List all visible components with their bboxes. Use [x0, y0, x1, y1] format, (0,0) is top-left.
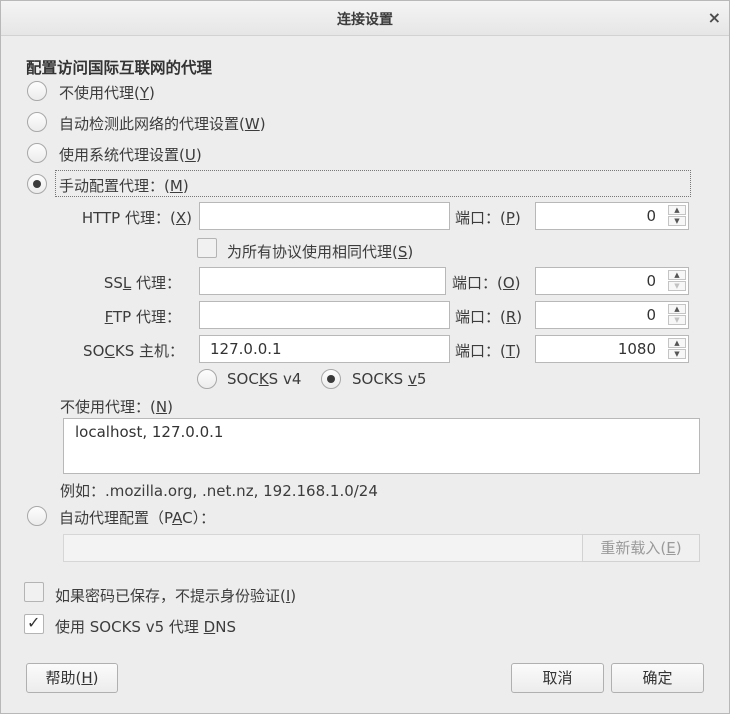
- radio-socks-v4[interactable]: [197, 369, 217, 389]
- radio-system-proxy[interactable]: [27, 143, 47, 163]
- socks-dns-checkbox[interactable]: ✓: [24, 613, 44, 634]
- socks-port-stepper[interactable]: 1080 ▲ ▼: [535, 335, 689, 363]
- socks-dns-label[interactable]: 使用 SOCKS v5 代理 DNS: [55, 616, 236, 637]
- pac-label[interactable]: 自动代理配置（PAC）：: [59, 507, 215, 528]
- decrement-icon[interactable]: ▼: [668, 315, 686, 325]
- radio-no-proxy[interactable]: [27, 81, 47, 101]
- increment-icon[interactable]: ▲: [668, 270, 686, 280]
- increment-icon[interactable]: ▲: [668, 304, 686, 314]
- same-proxy-checkbox[interactable]: [197, 238, 217, 258]
- http-port-label: 端口：(P): [455, 209, 521, 227]
- group-title: 配置访问国际互联网的代理: [26, 59, 213, 77]
- radio-socks-v5[interactable]: [321, 369, 341, 389]
- http-proxy-label: HTTP 代理：(X): [81, 209, 192, 227]
- http-port-stepper[interactable]: 0 ▲ ▼: [535, 202, 689, 230]
- title-bar: 连接设置 ×: [1, 1, 729, 36]
- decrement-icon[interactable]: ▼: [668, 349, 686, 359]
- radio-manual-proxy[interactable]: [27, 174, 47, 194]
- ssl-proxy-input[interactable]: [199, 267, 446, 295]
- dialog-title: 连接设置: [337, 12, 393, 28]
- ssl-proxy-label: SSL 代理：: [103, 274, 181, 292]
- decrement-icon[interactable]: ▼: [668, 216, 686, 226]
- ftp-port-label: 端口：(R): [455, 308, 523, 326]
- socks-host-input[interactable]: 127.0.0.1: [199, 335, 450, 363]
- close-icon[interactable]: ×: [708, 8, 721, 27]
- no-auth-prompt-checkbox[interactable]: [24, 582, 44, 602]
- cancel-button[interactable]: 取消: [511, 663, 604, 693]
- reload-button[interactable]: 重新载入(E): [582, 534, 700, 562]
- no-proxy-for-label: 不使用代理：(N): [60, 398, 173, 416]
- manual-proxy-label[interactable]: 手动配置代理：(M): [59, 175, 189, 196]
- radio-auto-detect[interactable]: [27, 112, 47, 132]
- increment-icon[interactable]: ▲: [668, 205, 686, 215]
- socks-port-label: 端口：(T): [455, 342, 521, 360]
- ftp-proxy-label: FTP 代理：: [104, 308, 181, 326]
- connection-settings-dialog: 连接设置 × 配置访问国际互联网的代理 不使用代理(Y) 自动检测此网络的代理设…: [0, 0, 730, 714]
- ssl-port-stepper[interactable]: 0 ▲ ▼: [535, 267, 689, 295]
- no-proxy-label[interactable]: 不使用代理(Y): [59, 82, 155, 103]
- ftp-proxy-input[interactable]: [199, 301, 450, 329]
- auto-detect-label[interactable]: 自动检测此网络的代理设置(W): [59, 113, 266, 134]
- http-proxy-input[interactable]: [199, 202, 450, 230]
- checkmark-icon: ✓: [27, 613, 41, 632]
- ok-button[interactable]: 确定: [611, 663, 704, 693]
- same-proxy-label[interactable]: 为所有协议使用相同代理(S): [227, 241, 413, 262]
- decrement-icon[interactable]: ▼: [668, 281, 686, 291]
- increment-icon[interactable]: ▲: [668, 338, 686, 348]
- no-proxy-example: 例如：.mozilla.org, .net.nz, 192.168.1.0/24: [60, 482, 378, 500]
- no-proxy-textarea[interactable]: localhost, 127.0.0.1: [63, 418, 700, 474]
- ftp-port-stepper[interactable]: 0 ▲ ▼: [535, 301, 689, 329]
- ssl-port-label: 端口：(O): [452, 274, 521, 292]
- socks-v5-label[interactable]: SOCKS v5: [352, 370, 426, 388]
- help-button[interactable]: 帮助(H): [26, 663, 118, 693]
- no-auth-prompt-label[interactable]: 如果密码已保存，不提示身份验证(I): [55, 585, 296, 606]
- socks-host-label: SOCKS 主机：: [83, 342, 184, 360]
- radio-pac[interactable]: [27, 506, 47, 526]
- pac-url-input[interactable]: [63, 534, 583, 562]
- system-proxy-label[interactable]: 使用系统代理设置(U): [59, 144, 202, 165]
- socks-v4-label[interactable]: SOCKS v4: [227, 370, 301, 388]
